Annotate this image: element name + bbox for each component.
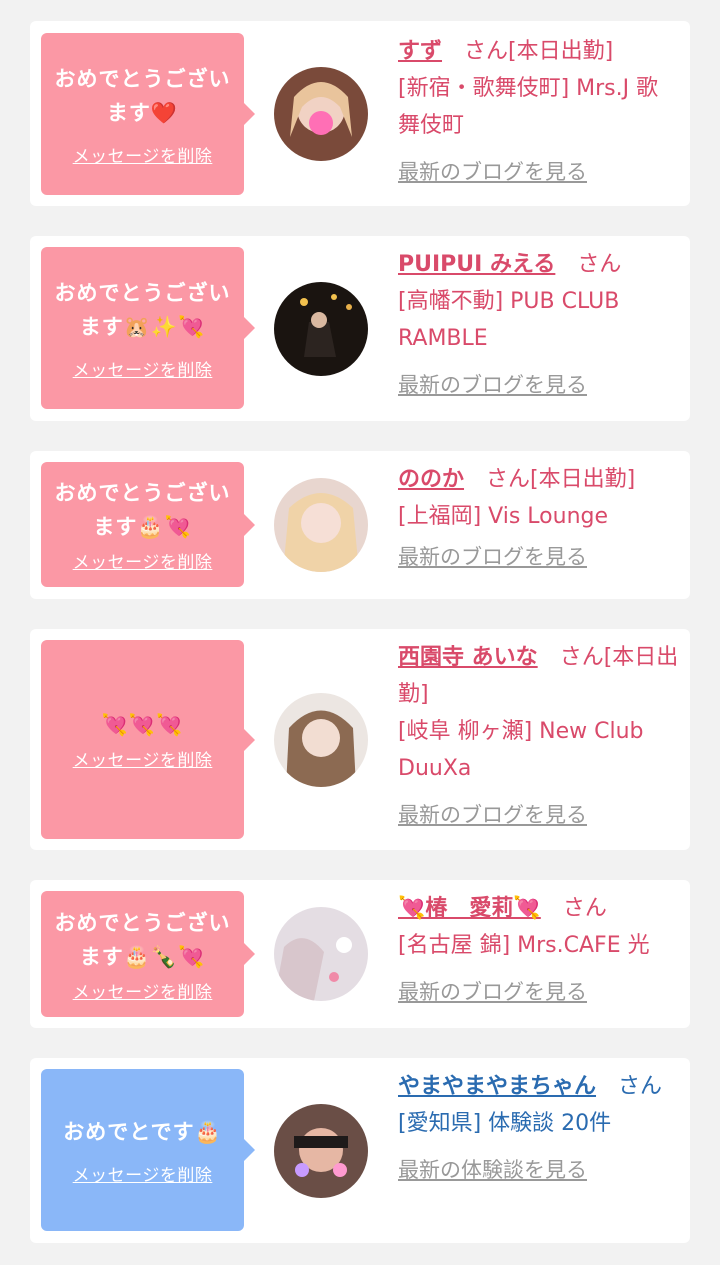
- honorific: さん: [618, 1074, 663, 1099]
- cast-name-link[interactable]: ののか: [398, 467, 464, 492]
- message-text: 💘💘💘: [48, 708, 238, 742]
- blog-link[interactable]: 最新のブログを見る: [398, 367, 587, 404]
- info-block: すず さん[本日出勤] [新宿・歌舞伎町] Mrs.J 歌舞伎町 最新のブログを…: [398, 33, 680, 191]
- message-bubble: おめでとうございます❤️ メッセージを削除: [41, 33, 255, 195]
- message-emoji: 💘💘💘: [101, 713, 184, 737]
- avatar[interactable]: [274, 67, 368, 161]
- review-link[interactable]: 最新の体験談を見る: [398, 1152, 587, 1189]
- delete-message-link[interactable]: メッセージを削除: [73, 548, 213, 573]
- shop-label: [新宿・歌舞伎町] Mrs.J 歌舞伎町: [398, 76, 659, 138]
- blog-link[interactable]: 最新のブログを見る: [398, 797, 587, 834]
- blog-link[interactable]: 最新のブログを見る: [398, 154, 587, 191]
- avatar[interactable]: [274, 693, 368, 787]
- shop-label: [上福岡] Vis Lounge: [398, 504, 609, 529]
- message-emoji: 🐹✨💘: [123, 314, 206, 339]
- message-bubble: おめでとうございます🎂🍾💘 メッセージを削除: [41, 891, 255, 1017]
- message-emoji: ❤️: [150, 100, 179, 125]
- info-block: やまやまやまちゃん さん [愛知県] 体験談 20件 最新の体験談を見る: [398, 1068, 680, 1189]
- message-bubble: おめでとです🎂 メッセージを削除: [41, 1069, 255, 1231]
- user-name-link[interactable]: やまやまやまちゃん: [398, 1074, 596, 1099]
- message-text: おめでとです🎂: [63, 1119, 222, 1144]
- honorific: さん[本日出勤]: [486, 467, 636, 492]
- message-card: おめでとうございます🎂💘 メッセージを削除 ののか さん[本日出勤] [上福岡]…: [30, 451, 690, 599]
- avatar[interactable]: [274, 907, 368, 1001]
- message-bubble: おめでとうございます🎂💘 メッセージを削除: [41, 462, 255, 587]
- message-card: 💘💘💘 メッセージを削除 西園寺 あいな さん[本日出勤] [岐阜 柳ヶ瀬] N…: [30, 629, 690, 850]
- message-bubble: 💘💘💘 メッセージを削除: [41, 640, 255, 839]
- honorific: さん: [562, 896, 607, 921]
- message-text: おめでとうございます🎂🍾💘: [54, 910, 231, 969]
- message-card: おめでとうございます❤️ メッセージを削除 すず さん[本日出勤] [新宿・歌舞…: [30, 21, 690, 206]
- delete-message-link[interactable]: メッセージを削除: [73, 356, 213, 381]
- message-bubble: おめでとうございます🐹✨💘 メッセージを削除: [41, 247, 255, 409]
- avatar[interactable]: [274, 1104, 368, 1198]
- message-emoji: 🎂🍾💘: [123, 944, 206, 969]
- message-list: おめでとうございます❤️ メッセージを削除 すず さん[本日出勤] [新宿・歌舞…: [0, 0, 720, 1265]
- avatar[interactable]: [274, 282, 368, 376]
- blog-link[interactable]: 最新のブログを見る: [398, 974, 587, 1011]
- message-card: おめでとうございます🎂🍾💘 メッセージを削除 💘椿 愛莉💘 さん [名古屋 錦]…: [30, 880, 690, 1028]
- delete-message-link[interactable]: メッセージを削除: [73, 746, 213, 771]
- message-text: おめでとうございます🎂💘: [54, 481, 231, 539]
- delete-message-link[interactable]: メッセージを削除: [73, 1161, 213, 1186]
- message-text: おめでとうございます🐹✨💘: [54, 280, 231, 339]
- info-block: ののか さん[本日出勤] [上福岡] Vis Lounge 最新のブログを見る: [398, 461, 680, 576]
- cast-name-link[interactable]: 💘椿 愛莉💘: [398, 896, 541, 921]
- message-card: おめでとうございます🐹✨💘 メッセージを削除 PUIPUI みえる さん [高幡…: [30, 236, 690, 421]
- honorific: さん[本日出勤]: [464, 39, 614, 64]
- cast-name-link[interactable]: 西園寺 あいな: [398, 645, 538, 670]
- message-card: おめでとです🎂 メッセージを削除 やまやまやまちゃん さん [愛知県] 体験談 …: [30, 1058, 690, 1243]
- cast-name-link[interactable]: PUIPUI みえる: [398, 252, 555, 277]
- shop-label: [名古屋 錦] Mrs.CAFE 光: [398, 933, 650, 958]
- delete-message-link[interactable]: メッセージを削除: [73, 142, 213, 167]
- message-emoji: 🎂💘: [137, 515, 192, 539]
- cast-name-link[interactable]: すず: [398, 39, 442, 64]
- delete-message-link[interactable]: メッセージを削除: [73, 978, 213, 1003]
- info-block: 💘椿 愛莉💘 さん [名古屋 錦] Mrs.CAFE 光 最新のブログを見る: [398, 890, 680, 1011]
- shop-label: [岐阜 柳ヶ瀬] New Club DuuXa: [398, 719, 644, 781]
- avatar[interactable]: [274, 478, 368, 572]
- info-block: 西園寺 あいな さん[本日出勤] [岐阜 柳ヶ瀬] New Club DuuXa…: [398, 639, 680, 834]
- review-count-label: [愛知県] 体験談 20件: [398, 1111, 612, 1136]
- info-block: PUIPUI みえる さん [高幡不動] PUB CLUB RAMBLE 最新の…: [398, 246, 680, 404]
- shop-label: [高幡不動] PUB CLUB RAMBLE: [398, 289, 620, 351]
- message-emoji: 🎂: [194, 1119, 222, 1144]
- blog-link[interactable]: 最新のブログを見る: [398, 539, 587, 576]
- message-text: おめでとうございます❤️: [54, 66, 231, 125]
- honorific: さん: [577, 252, 622, 277]
